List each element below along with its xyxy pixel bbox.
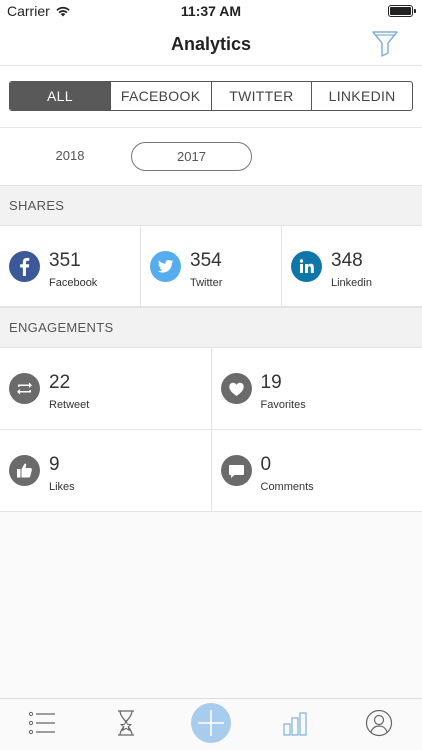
engagement-card-comments[interactable]: 0 Comments <box>212 430 422 511</box>
battery-icon <box>388 5 416 17</box>
engagement-label: Favorites <box>260 399 306 411</box>
share-count: 354 <box>190 250 222 271</box>
status-bar: Carrier 11:37 AM <box>0 0 422 22</box>
share-label: Facebook <box>49 277 98 289</box>
share-count: 348 <box>331 250 363 271</box>
tab-all[interactable]: ALL <box>10 82 111 110</box>
share-card-linkedin[interactable]: 348 Linkedin <box>282 226 422 307</box>
tab-analytics[interactable] <box>280 708 310 738</box>
engagement-label: Retweet <box>49 399 90 411</box>
add-post-button[interactable] <box>191 703 231 743</box>
navigation-bar: Analytics <box>0 22 422 66</box>
comment-icon <box>220 455 252 486</box>
year-2018-button[interactable]: 2018 <box>30 142 110 171</box>
add-icon <box>198 710 224 736</box>
tab-scheduled[interactable] <box>111 708 141 738</box>
engagements-row-2: 9 Likes 0 Comments <box>0 430 422 512</box>
clock: 11:37 AM <box>180 3 242 19</box>
linkedin-icon <box>291 251 322 282</box>
share-label: Linkedin <box>331 277 372 289</box>
funnel-icon <box>372 31 398 57</box>
tab-profile[interactable] <box>364 708 394 738</box>
shares-grid: 351 Facebook 354 Twitter 348 Linkedin <box>0 226 422 307</box>
year-selector: 2018 2017 <box>0 128 422 185</box>
engagements-row-1: 22 Retweet 19 Favorites <box>0 348 422 430</box>
bar-chart-icon <box>283 712 307 736</box>
page-title: Analytics <box>170 34 252 54</box>
tab-linkedin[interactable]: LINKEDIN <box>312 82 412 110</box>
share-card-facebook[interactable]: 351 Facebook <box>0 226 141 307</box>
engagement-label: Comments <box>260 481 314 493</box>
engagement-count: 22 <box>49 372 71 393</box>
engagement-card-favorites[interactable]: 19 Favorites <box>212 348 422 429</box>
tab-twitter[interactable]: TWITTER <box>212 82 313 110</box>
twitter-icon <box>150 251 181 282</box>
tab-list[interactable] <box>27 708 57 738</box>
list-icon <box>28 711 55 735</box>
engagement-count: 0 <box>260 454 272 475</box>
share-label: Twitter <box>190 277 223 289</box>
engagement-label: Likes <box>49 481 75 493</box>
retweet-icon <box>9 373 40 404</box>
facebook-icon <box>9 251 40 282</box>
thumbs-up-icon <box>9 455 40 486</box>
share-count: 351 <box>49 250 81 271</box>
engagement-card-retweet[interactable]: 22 Retweet <box>0 348 212 429</box>
heart-icon <box>220 373 252 404</box>
shares-section-header: SHARES <box>0 185 422 226</box>
share-card-twitter[interactable]: 354 Twitter <box>141 226 282 307</box>
engagements-section-header: ENGAGEMENTS <box>0 307 422 348</box>
engagement-card-likes[interactable]: 9 Likes <box>0 430 212 511</box>
tab-bar <box>0 698 422 750</box>
tab-facebook[interactable]: FACEBOOK <box>111 82 212 110</box>
engagement-count: 9 <box>49 454 60 475</box>
hourglass-star-icon <box>118 710 134 736</box>
filter-button[interactable] <box>370 28 400 58</box>
profile-icon <box>365 709 393 737</box>
year-2017-button[interactable]: 2017 <box>131 142 252 171</box>
platform-filter-bar: ALL FACEBOOK TWITTER LINKEDIN <box>0 66 422 128</box>
engagement-count: 19 <box>260 372 282 393</box>
platform-segmented-control: ALL FACEBOOK TWITTER LINKEDIN <box>9 81 413 111</box>
